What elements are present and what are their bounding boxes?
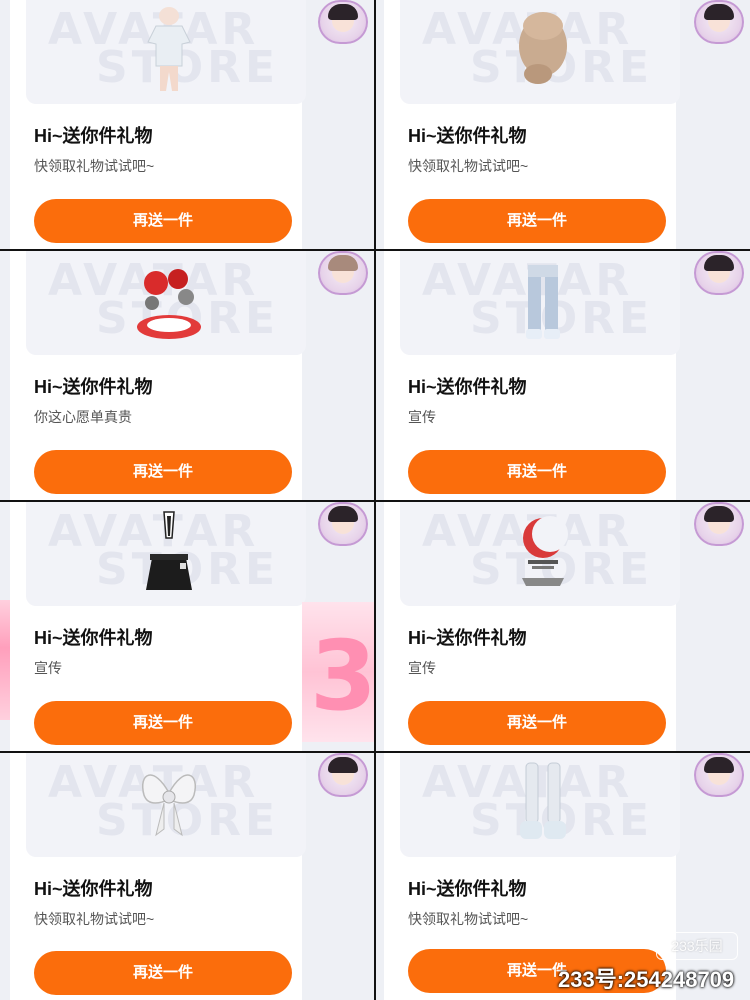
gift-cell: AVATAR STORE Hi~送你件礼物 你这心愿单真贵 再送一件 xyxy=(0,251,374,500)
send-another-button[interactable]: 再送一件 xyxy=(34,450,292,494)
moon-prop-icon xyxy=(522,516,568,586)
decoration-number: 3 xyxy=(310,620,377,732)
gift-thumbnail: AVATAR STORE xyxy=(26,251,306,355)
gift-thumbnail: AVATAR STORE xyxy=(400,0,680,104)
gift-title: Hi~送你件礼物 xyxy=(34,126,153,146)
site-watermark-logo: 233乐园 xyxy=(656,932,738,960)
gift-title: Hi~送你件礼物 xyxy=(34,628,153,648)
sender-avatar[interactable] xyxy=(318,0,368,44)
avatar-ring xyxy=(694,251,744,295)
sender-avatar[interactable] xyxy=(694,502,744,546)
gift-title: Hi~送你件礼物 xyxy=(408,126,527,146)
gift-message: 宣传 xyxy=(408,409,436,425)
gift-card: AVATAR STORE Hi~送你件礼物 宣传 再送一件 xyxy=(10,502,306,751)
gift-thumbnail: AVATAR STORE xyxy=(400,502,680,606)
gift-card: AVATAR STORE Hi~送你件礼物 快领取礼物试试吧~ 再送一件 xyxy=(10,753,306,1000)
send-another-button[interactable]: 再送一件 xyxy=(34,701,292,745)
gift-cell: AVATAR STORE Hi~送你件礼物 快领取礼物试试吧~ 再送一件 xyxy=(0,753,374,1000)
gift-title: Hi~送你件礼物 xyxy=(34,879,153,899)
gift-message: 快领取礼物试试吧~ xyxy=(408,911,529,927)
avatar-ring xyxy=(318,502,368,546)
send-another-button[interactable]: 再送一件 xyxy=(34,951,292,995)
hair-bun-icon xyxy=(519,12,567,84)
gift-message: 你这心愿单真贵 xyxy=(34,409,132,425)
grid-divider-horizontal xyxy=(0,249,750,251)
avatar-ring xyxy=(318,753,368,797)
sender-avatar[interactable] xyxy=(694,251,744,295)
red-prop-icon xyxy=(137,269,201,339)
outfit-top-icon xyxy=(147,7,191,91)
avatar-ring xyxy=(318,0,368,44)
avatar-ring xyxy=(694,753,744,797)
avatar-ring xyxy=(694,502,744,546)
gift-card: AVATAR STORE Hi~送你件礼物 快领取礼物试试吧~ 再送一件 xyxy=(10,0,306,249)
grid-divider-horizontal xyxy=(0,500,750,502)
jeans-icon xyxy=(526,265,560,339)
gift-card: AVATAR STORE Hi~送你件礼物 你这心愿单真贵 再送一件 xyxy=(10,251,306,500)
gift-thumbnail: AVATAR STORE xyxy=(400,753,680,857)
gift-card: AVATAR STORE Hi~送你件礼物 宣传 再送一件 xyxy=(384,251,680,500)
pink-number-decoration: 3 xyxy=(302,602,377,742)
pink-decoration xyxy=(0,600,10,720)
sender-avatar[interactable] xyxy=(694,753,744,797)
sender-avatar[interactable] xyxy=(694,0,744,44)
gift-message: 宣传 xyxy=(34,660,62,676)
gift-card: AVATAR STORE Hi~送你件礼物 宣传 再送一件 xyxy=(384,502,680,751)
boots-icon xyxy=(520,762,566,839)
gift-title: Hi~送你件礼物 xyxy=(34,377,153,397)
send-another-button[interactable]: 再送一件 xyxy=(34,199,292,243)
gift-thumbnail: AVATAR STORE xyxy=(26,753,306,857)
gift-message: 快领取礼物试试吧~ xyxy=(408,158,529,174)
site-watermark-id: 233号:254248709 xyxy=(558,967,735,992)
send-another-button[interactable]: 再送一件 xyxy=(408,199,666,243)
sender-avatar[interactable] xyxy=(318,251,368,295)
gift-title: Hi~送你件礼物 xyxy=(408,879,527,899)
grid-divider-horizontal xyxy=(0,751,750,753)
sender-avatar[interactable] xyxy=(318,502,368,546)
send-another-button[interactable]: 再送一件 xyxy=(408,450,666,494)
avatar-ring xyxy=(694,0,744,44)
gift-card: AVATAR STORE Hi~送你件礼物 快领取礼物试试吧~ 再送一件 xyxy=(384,0,680,249)
gift-cell: AVATAR STORE Hi~送你件礼物 快领取礼物试试吧~ 再送一件 xyxy=(376,0,750,249)
gift-thumbnail: AVATAR STORE xyxy=(26,0,306,104)
skirt-icon xyxy=(146,511,192,590)
send-another-button[interactable]: 再送一件 xyxy=(408,701,666,745)
gift-message: 快领取礼物试试吧~ xyxy=(34,158,155,174)
gift-cell: AVATAR STORE Hi~送你件礼物 宣传 再送一件 xyxy=(376,251,750,500)
gift-title: Hi~送你件礼物 xyxy=(408,628,527,648)
gift-thumbnail: AVATAR STORE xyxy=(400,251,680,355)
gift-title: Hi~送你件礼物 xyxy=(408,377,527,397)
gift-message: 宣传 xyxy=(408,660,436,676)
sender-avatar[interactable] xyxy=(318,753,368,797)
gift-card-grid: AVATAR STORE Hi~送你件礼物 快领取礼物试试吧~ 再送一件 AVA… xyxy=(0,0,750,1000)
gift-message: 快领取礼物试试吧~ xyxy=(34,911,155,927)
gift-cell: AVATAR STORE Hi~送你件礼物 宣传 再送一件 xyxy=(376,502,750,751)
avatar-ring xyxy=(318,251,368,295)
gift-thumbnail: AVATAR STORE xyxy=(26,502,306,606)
gift-cell: AVATAR STORE Hi~送你件礼物 快领取礼物试试吧~ 再送一件 xyxy=(0,0,374,249)
bow-icon xyxy=(142,774,196,837)
